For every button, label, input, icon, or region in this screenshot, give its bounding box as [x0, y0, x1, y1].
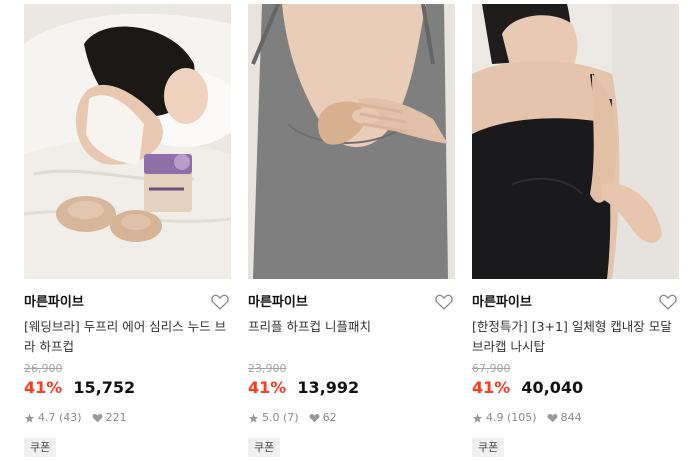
- heart-filled-icon: [547, 413, 558, 423]
- review-stats: 4.7 (43) 221: [24, 410, 231, 426]
- heart-icon[interactable]: [211, 294, 229, 310]
- discount-rate: 41%: [472, 378, 511, 397]
- price-row: 41% 15,752: [24, 377, 231, 399]
- original-price: 23,900: [248, 362, 287, 375]
- review-count: (105): [507, 411, 537, 424]
- product-title[interactable]: [한정특가] [3+1] 일체형 캡내장 모달 브라캡 나시탑: [472, 317, 679, 357]
- review-stats: 4.9 (105) 844: [472, 410, 679, 426]
- like-count: 844: [560, 411, 582, 424]
- original-price: 26,900: [24, 362, 63, 375]
- rating-value: 4.7: [38, 411, 56, 424]
- heart-filled-icon: [309, 413, 320, 423]
- star-icon: [24, 413, 35, 423]
- review-count: (43): [59, 411, 82, 424]
- heart-icon[interactable]: [659, 294, 677, 310]
- sale-price: 40,040: [521, 378, 584, 397]
- brand-name[interactable]: 마른파이브: [248, 292, 455, 314]
- product-image[interactable]: [248, 4, 455, 279]
- brand-name[interactable]: 마른파이브: [24, 292, 231, 314]
- sale-price: 15,752: [73, 378, 136, 397]
- product-card[interactable]: 마른파이브 [웨딩브라] 두프리 에어 심리스 누드 브라 하프컵 26,900…: [24, 4, 231, 457]
- discount-rate: 41%: [24, 378, 63, 397]
- price-row: 41% 40,040: [472, 377, 679, 399]
- heart-filled-icon: [92, 413, 103, 423]
- coupon-badge: 쿠폰: [24, 438, 57, 457]
- product-photo: [248, 4, 455, 279]
- review-count: (7): [283, 411, 299, 424]
- product-card[interactable]: 마른파이브 [한정특가] [3+1] 일체형 캡내장 모달 브라캡 나시탑 67…: [472, 4, 679, 457]
- product-title[interactable]: [웨딩브라] 두프리 에어 심리스 누드 브라 하프컵: [24, 317, 231, 357]
- like-count: 62: [322, 411, 337, 424]
- rating-value: 4.9: [486, 411, 504, 424]
- price-row: 41% 13,992: [248, 377, 455, 399]
- product-image[interactable]: [472, 4, 679, 279]
- product-photo: [24, 4, 231, 279]
- sale-price: 13,992: [297, 378, 360, 397]
- star-icon: [472, 413, 483, 423]
- rating-value: 5.0: [262, 411, 280, 424]
- discount-rate: 41%: [248, 378, 287, 397]
- star-icon: [248, 413, 259, 423]
- original-price: 67,900: [472, 362, 511, 375]
- product-card[interactable]: 마른파이브 프리플 하프컵 니플패치 23,900 41% 13,992 5.0…: [248, 4, 455, 457]
- product-image[interactable]: [24, 4, 231, 279]
- review-stats: 5.0 (7) 62: [248, 410, 455, 426]
- heart-icon[interactable]: [435, 294, 453, 310]
- product-title[interactable]: 프리플 하프컵 니플패치: [248, 317, 455, 337]
- product-photo: [472, 4, 679, 279]
- coupon-badge: 쿠폰: [248, 438, 281, 457]
- brand-name[interactable]: 마른파이브: [472, 292, 679, 314]
- like-count: 221: [105, 411, 127, 424]
- coupon-badge: 쿠폰: [472, 438, 505, 457]
- product-grid: 마른파이브 [웨딩브라] 두프리 에어 심리스 누드 브라 하프컵 26,900…: [0, 0, 691, 461]
